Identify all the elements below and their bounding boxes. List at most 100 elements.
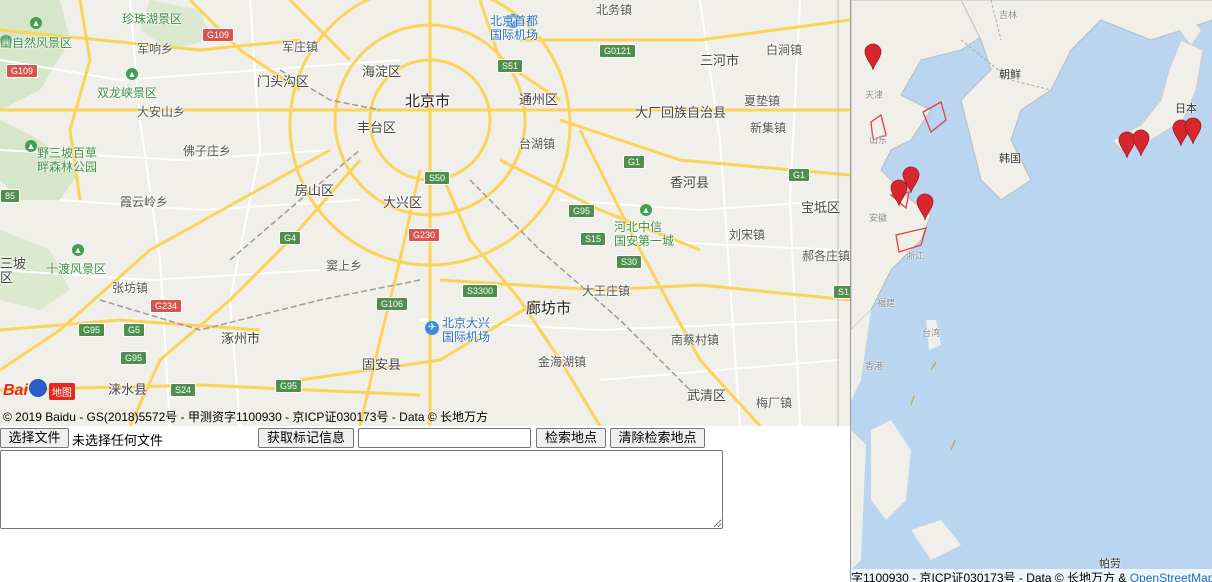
- map-label: 台湖镇: [519, 137, 556, 151]
- map-label: 吉林: [999, 10, 1018, 20]
- road-shield: G4: [279, 231, 302, 245]
- map-label: 香河县: [670, 175, 710, 190]
- map-label: 香港: [865, 361, 884, 371]
- choose-file-button[interactable]: 选择文件: [0, 428, 69, 448]
- map-label: 山自然风景区: [0, 36, 73, 50]
- map-label: 固安县: [362, 357, 402, 372]
- road-shield: G234: [150, 299, 183, 313]
- map-label: 山东: [869, 135, 888, 145]
- map-label: 北务镇: [596, 3, 633, 17]
- road-shield: G1: [623, 155, 646, 169]
- map-label: 十渡风景区: [46, 262, 107, 276]
- baidu-map[interactable]: G109 G109 S51 G0121 G1 G1 S50 G95 G4 G23…: [0, 0, 850, 426]
- map-label: 武清区: [687, 388, 727, 403]
- baidu-paw-icon: [28, 379, 47, 397]
- get-markers-button[interactable]: 获取标记信息: [258, 428, 354, 448]
- map-label: 刘宋镇: [729, 228, 766, 242]
- map-label: 朝鲜: [999, 69, 1021, 81]
- road-shield: G109: [202, 28, 235, 42]
- scenic-spot-icon: ▲: [30, 17, 42, 29]
- marker-info-textarea[interactable]: [0, 450, 723, 529]
- map-label: 郝各庄镇: [802, 249, 850, 263]
- road-shield: S15: [580, 232, 607, 246]
- map-label: 大安山乡: [137, 105, 186, 119]
- road-shield: G230: [408, 228, 441, 242]
- road-shield: S1: [833, 285, 850, 299]
- map-label: 军响乡: [137, 42, 174, 56]
- map-label: 福建: [877, 298, 896, 308]
- map-label: 涿州市: [221, 331, 261, 346]
- map-copyright: © 2019 Baidu - GS(2018)5572号 - 甲测资字11009…: [3, 410, 489, 424]
- map-label: 河北中信 国安第一城: [614, 220, 675, 248]
- road-shield: S30: [616, 255, 643, 269]
- scenic-spot-icon: ▲: [25, 140, 37, 152]
- road-shield: G95: [78, 323, 106, 337]
- map-label: 韩国: [999, 153, 1021, 165]
- road-shield: G106: [376, 297, 409, 311]
- map-label: 北京首都 国际机场: [490, 14, 539, 42]
- logo-ditu: 地图: [48, 382, 75, 400]
- file-status-text: 未选择任何文件: [72, 433, 164, 448]
- copyright-text: 字1100930 - 京ICP证030173号 - Data © 长地万方 &: [851, 571, 1130, 582]
- map-label: 珍珠湖景区: [122, 12, 183, 26]
- map-label: 丰台区: [357, 120, 397, 135]
- map-label: 门头沟区: [257, 74, 310, 89]
- map-label: 天津: [865, 90, 884, 100]
- openstreetmap-link[interactable]: OpenStreetMap: [1130, 571, 1212, 582]
- search-place-button[interactable]: 检索地点: [536, 428, 606, 448]
- map-label: 梅厂镇: [756, 396, 793, 410]
- road-shield: S50: [424, 171, 451, 185]
- map-label: 日本: [1175, 103, 1197, 115]
- map-label: 南蔡村镇: [671, 333, 720, 347]
- clear-search-button[interactable]: 清除检索地点: [610, 428, 705, 448]
- airport-icon: ✈: [425, 321, 439, 335]
- map-label: 张坊镇: [112, 281, 149, 295]
- road-shield: 85: [0, 189, 21, 203]
- scenic-spot-icon: ▲: [640, 204, 652, 216]
- baidu-logo[interactable]: Bai 地图: [3, 378, 75, 404]
- road-shield: G95: [120, 351, 148, 365]
- map-label: 白涧镇: [766, 43, 803, 57]
- scenic-spot-icon: ▲: [72, 244, 84, 256]
- map-label: 野三坡百草 畔森林公园: [37, 146, 98, 174]
- overview-map-land: [851, 0, 1212, 570]
- scenic-spot-icon: ▲: [126, 68, 138, 80]
- map-label: 佛子庄乡: [183, 144, 232, 158]
- map-label: 大兴区: [383, 195, 423, 210]
- logo-text: Bai: [3, 382, 28, 399]
- map-label: 台湾: [922, 328, 941, 338]
- map-label: 宝坻区: [801, 200, 841, 215]
- road-shield: S24: [170, 383, 197, 397]
- road-shield: S3300: [462, 284, 499, 298]
- map-label: 安徽: [869, 213, 888, 223]
- map-label: 通州区: [519, 92, 559, 107]
- map-label: 三坡 区: [0, 256, 27, 285]
- map-label: 金海湖镇: [538, 355, 587, 369]
- map-label: 海淀区: [362, 64, 402, 79]
- road-shield: G109: [6, 64, 39, 78]
- road-shield: S51: [497, 59, 524, 73]
- map-label: 夏垫镇: [744, 94, 781, 108]
- map-label: 大厂回族自治县: [635, 105, 727, 120]
- map-label: 浙江: [906, 251, 925, 261]
- map-label: 大王庄镇: [582, 284, 631, 298]
- map-label: 北京大兴 国际机场: [442, 316, 491, 344]
- map-label: 北京市: [405, 93, 451, 110]
- map-label: 霞云岭乡: [120, 195, 169, 209]
- map-label: 双龙峡景区: [97, 86, 158, 100]
- road-shield: G5: [123, 323, 146, 337]
- map-label: 廊坊市: [526, 300, 572, 317]
- map-label: 军庄镇: [282, 40, 319, 54]
- map-label: 窦上乡: [326, 259, 363, 273]
- map-label: 三河市: [700, 53, 740, 68]
- map-label: 新集镇: [750, 121, 787, 135]
- map-label: 涞水县: [108, 382, 148, 397]
- road-shield: G1: [788, 168, 811, 182]
- road-shield: G0121: [599, 44, 637, 58]
- road-shield: G95: [275, 379, 303, 393]
- search-input[interactable]: [358, 428, 531, 448]
- overview-map[interactable]: 吉林 朝鲜 韩国 日本 天津 山东 安徽 浙江 福建 台湾 香港 帕劳 字110…: [850, 0, 1212, 582]
- overview-map-copyright: 字1100930 - 京ICP证030173号 - Data © 长地万方 & …: [851, 569, 1212, 582]
- road-shield: G95: [568, 204, 596, 218]
- map-label: 房山区: [295, 183, 335, 198]
